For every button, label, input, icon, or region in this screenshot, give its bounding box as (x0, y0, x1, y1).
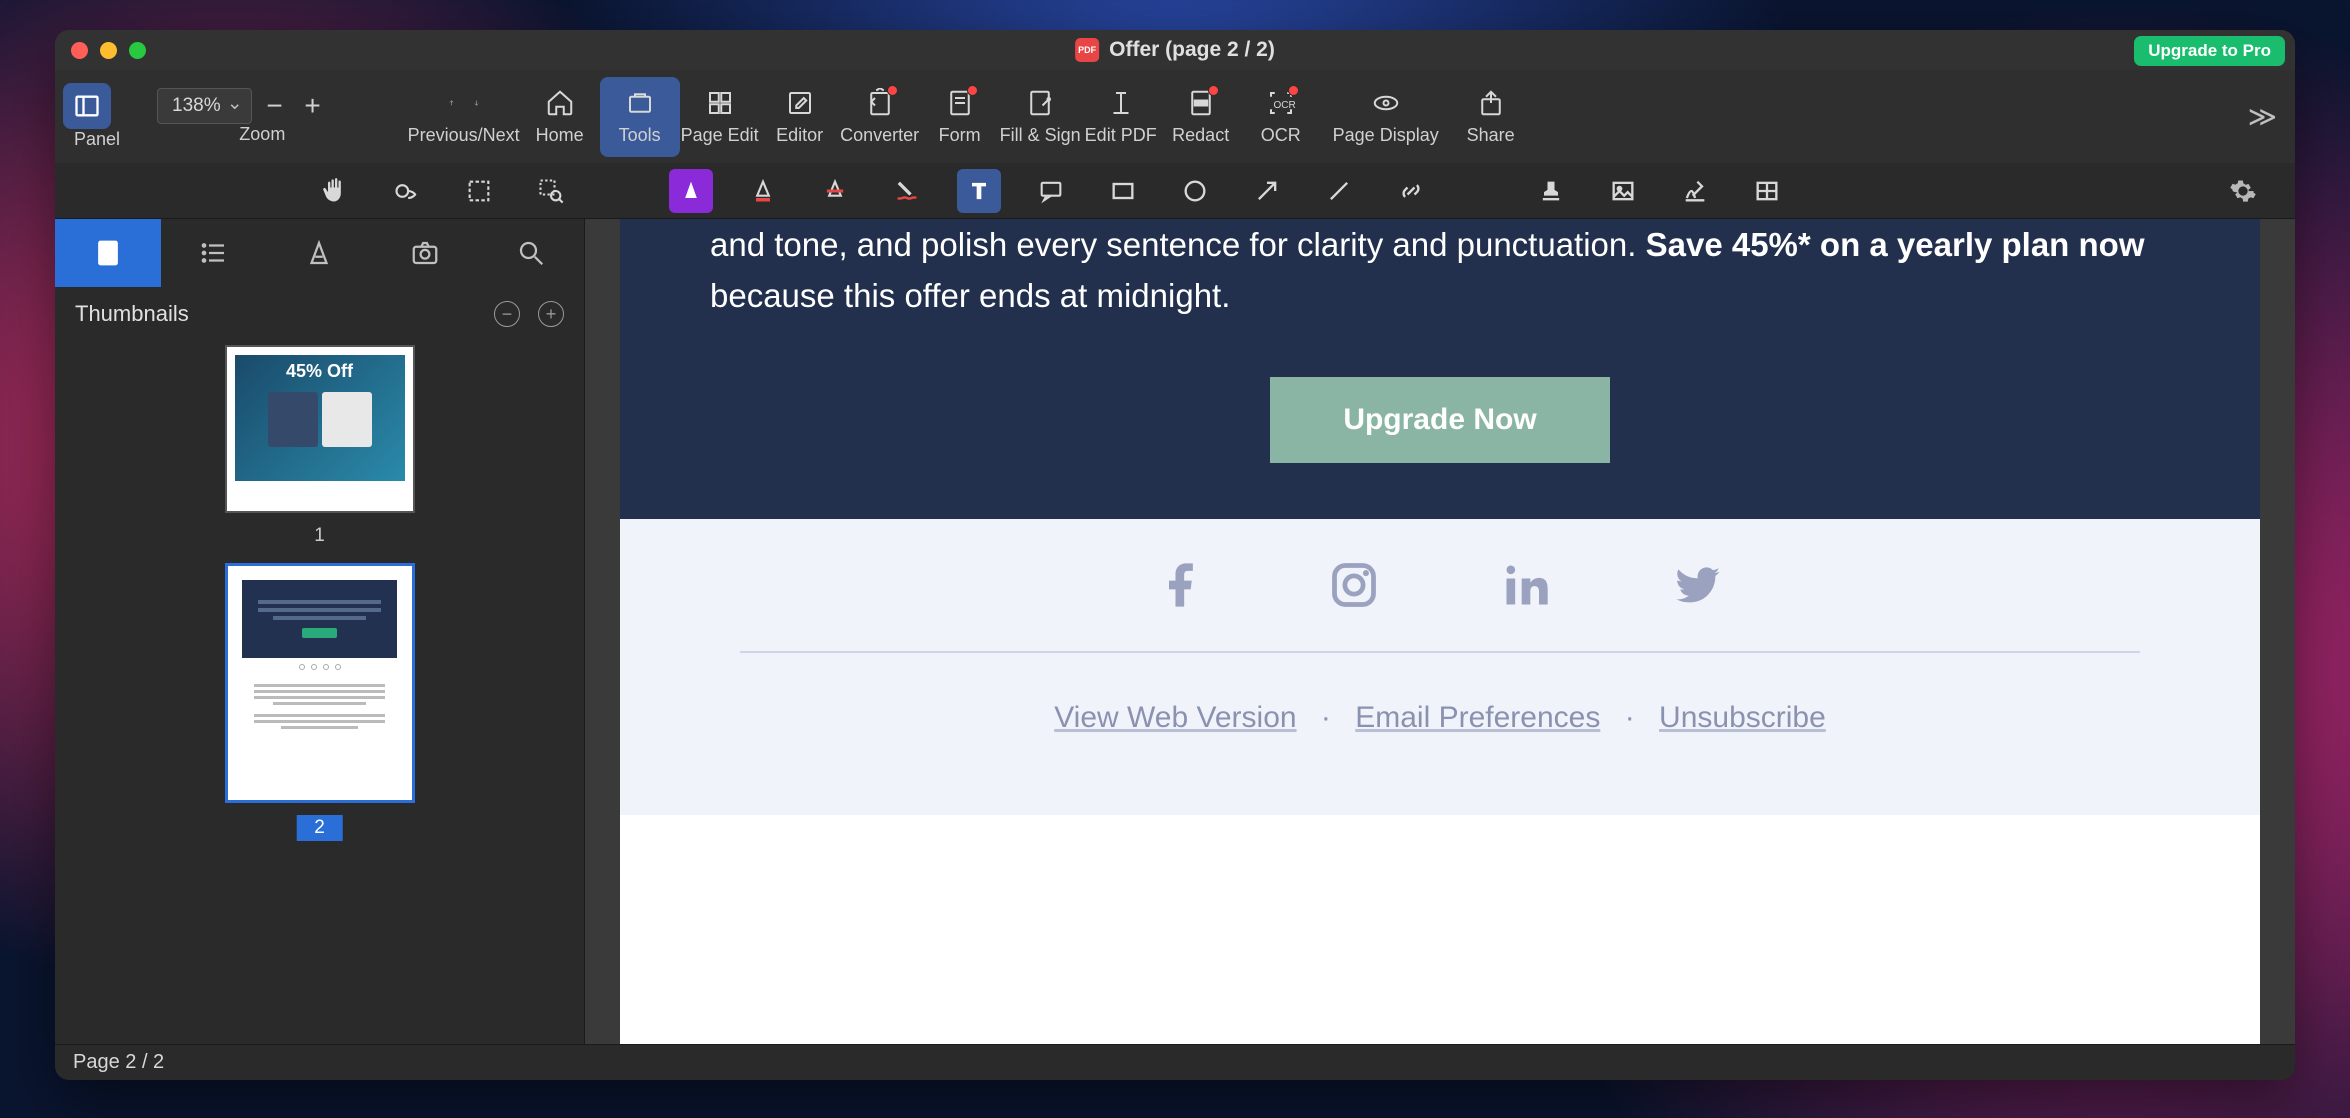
stamp-tool-button[interactable] (1529, 169, 1573, 213)
email-footer: View Web Version · Email Preferences · U… (620, 519, 2260, 815)
area-select-button[interactable] (457, 169, 501, 213)
thumbnails-list[interactable]: 45% Off 1 2 (55, 341, 584, 1044)
pdf-icon: PDF (1075, 38, 1099, 62)
annotations-tab[interactable] (267, 219, 373, 287)
window-controls (71, 42, 146, 59)
facebook-icon[interactable] (1156, 559, 1208, 611)
tools-subtoolbar (55, 163, 2295, 219)
document-viewport[interactable]: and tone, and polish every sentence for … (585, 219, 2295, 1044)
fill-sign-button[interactable]: Fill & Sign (1000, 77, 1081, 157)
zoom-label: Zoom (239, 124, 285, 145)
page-edit-button[interactable]: Page Edit (680, 77, 760, 157)
tool-settings-button[interactable] (2221, 169, 2265, 213)
thumbnails-title: Thumbnails (75, 301, 189, 327)
hero-paragraph: and tone, and polish every sentence for … (710, 219, 2170, 321)
title-text: Offer (page 2 / 2) (1109, 38, 1275, 62)
zoom-area-button[interactable] (529, 169, 573, 213)
notification-dot-icon (887, 85, 898, 96)
close-window-button[interactable] (71, 42, 88, 59)
notification-dot-icon (1288, 85, 1299, 96)
image-tool-button[interactable] (1601, 169, 1645, 213)
thumbnail-page-1[interactable]: 45% Off 1 (225, 345, 415, 547)
snapshot-tab[interactable] (372, 219, 478, 287)
circle-tool-button[interactable] (1173, 169, 1217, 213)
thumbnails-tab[interactable] (55, 219, 161, 287)
toolbar-overflow-button[interactable]: ≫ (2248, 100, 2287, 133)
email-prefs-link[interactable]: Email Preferences (1355, 701, 1600, 734)
notification-dot-icon (1208, 85, 1219, 96)
edit-pdf-button[interactable]: Edit PDF (1081, 77, 1161, 157)
view-web-link[interactable]: View Web Version (1054, 701, 1296, 734)
highlight-tool-button[interactable] (669, 169, 713, 213)
twitter-icon[interactable] (1672, 559, 1724, 611)
unsubscribe-link[interactable]: Unsubscribe (1659, 701, 1826, 734)
converter-button[interactable]: Converter (840, 77, 920, 157)
signature-tool-button[interactable] (1673, 169, 1717, 213)
notification-dot-icon (967, 85, 978, 96)
line-tool-button[interactable] (1317, 169, 1361, 213)
editor-button[interactable]: Editor (760, 77, 840, 157)
search-tab[interactable] (478, 219, 584, 287)
thumb-zoom-out-button[interactable]: − (494, 301, 520, 327)
previous-next-button[interactable]: Previous/Next (408, 77, 520, 157)
zoom-select[interactable]: 138% (157, 88, 252, 124)
hero-section: and tone, and polish every sentence for … (620, 219, 2260, 519)
instagram-icon[interactable] (1328, 559, 1380, 611)
note-tool-button[interactable] (1029, 169, 1073, 213)
zoom-out-button[interactable]: − (260, 90, 290, 122)
main-toolbar: Panel 138% − + Zoom Previous/Next Home T… (55, 70, 2295, 163)
content-area: Thumbnails − + 45% Off 1 (55, 219, 2295, 1044)
thumbnails-header: Thumbnails − + (55, 287, 584, 341)
page-display-button[interactable]: Page Display (1321, 77, 1451, 157)
arrow-tool-button[interactable] (1245, 169, 1289, 213)
redact-button[interactable]: Redact (1161, 77, 1241, 157)
app-window: PDF Offer (page 2 / 2) Upgrade to Pro Pa… (55, 30, 2295, 1080)
hand-tool-button[interactable] (313, 169, 357, 213)
home-button[interactable]: Home (520, 77, 600, 157)
link-tool-button[interactable] (1389, 169, 1433, 213)
text-color-button[interactable] (741, 169, 785, 213)
share-button[interactable]: Share (1451, 77, 1531, 157)
table-tool-button[interactable] (1745, 169, 1789, 213)
panel-label: Panel (74, 129, 120, 150)
page-indicator: Page 2 / 2 (73, 1051, 164, 1074)
outline-tab[interactable] (161, 219, 267, 287)
panel-toggle-button[interactable] (63, 83, 111, 129)
divider (740, 651, 2140, 653)
rectangle-tool-button[interactable] (1101, 169, 1145, 213)
zoom-in-button[interactable]: + (298, 90, 328, 122)
zoom-controls: 138% − + (157, 88, 328, 124)
form-button[interactable]: Form (920, 77, 1000, 157)
fullscreen-window-button[interactable] (129, 42, 146, 59)
strikethrough-button[interactable] (813, 169, 857, 213)
upgrade-now-button[interactable]: Upgrade Now (1270, 377, 1610, 463)
titlebar: PDF Offer (page 2 / 2) Upgrade to Pro (55, 30, 2295, 70)
ocr-button[interactable]: OCR OCR (1241, 77, 1321, 157)
sidebar-tabs (55, 219, 584, 287)
freehand-button[interactable] (885, 169, 929, 213)
linkedin-icon[interactable] (1500, 559, 1552, 611)
thumbnail-page-2[interactable]: 2 (225, 563, 415, 841)
thumb-zoom-in-button[interactable]: + (538, 301, 564, 327)
minimize-window-button[interactable] (100, 42, 117, 59)
tools-button[interactable]: Tools (600, 77, 680, 157)
sidebar-panel: Thumbnails − + 45% Off 1 (55, 219, 585, 1044)
pdf-page: and tone, and polish every sentence for … (620, 219, 2260, 1044)
upgrade-pro-button[interactable]: Upgrade to Pro (2134, 36, 2285, 66)
content-select-button[interactable] (385, 169, 429, 213)
window-title: PDF Offer (page 2 / 2) (1075, 38, 1275, 62)
status-bar: Page 2 / 2 (55, 1044, 2295, 1080)
footer-links: View Web Version · Email Preferences · U… (740, 701, 2140, 735)
text-tool-button[interactable] (957, 169, 1001, 213)
social-links (740, 559, 2140, 611)
svg-text:OCR: OCR (1273, 100, 1295, 111)
